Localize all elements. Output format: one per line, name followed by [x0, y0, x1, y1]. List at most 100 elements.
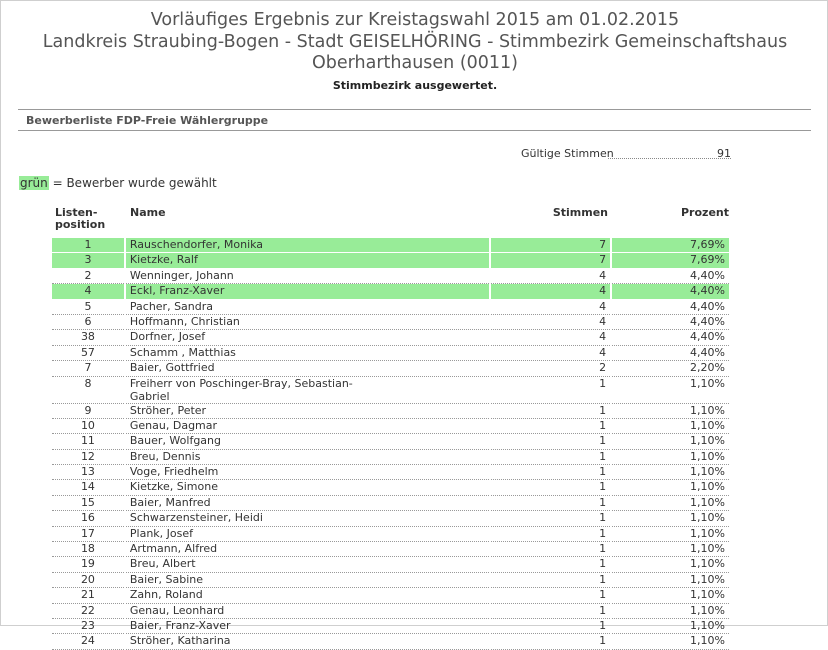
- votes-cell: 4: [491, 315, 611, 331]
- votes-cell: 2: [491, 361, 611, 377]
- votes-cell: 4: [491, 269, 611, 285]
- candidate-name: Baier, Franz-Xaver: [129, 618, 231, 632]
- candidate-name-cell: Genau, Leonhard: [125, 604, 490, 619]
- list-position-cell: 18: [52, 542, 124, 558]
- candidate-name-cell: Rauschendorfer, Monika: [125, 238, 490, 254]
- list-position-cell: 12: [52, 450, 124, 466]
- percent-cell: 1,10%: [612, 619, 729, 635]
- candidate-name-cell: Plank, Josef: [125, 526, 490, 543]
- votes-cell: 1: [491, 496, 611, 512]
- percent-cell: 1,10%: [612, 465, 729, 481]
- list-position-cell: 24: [52, 634, 124, 650]
- candidate-name-cell: Baier, Sabine: [125, 573, 490, 589]
- votes-cell: 1: [491, 573, 611, 589]
- list-position-cell: 8: [52, 377, 124, 404]
- list-position-cell: 20: [52, 573, 124, 589]
- percent-cell: 4,40%: [612, 284, 729, 300]
- percent-cell: 4,40%: [612, 315, 729, 331]
- candidate-name: Wenninger, Johann: [129, 268, 234, 282]
- header-percent: Prozent: [681, 206, 729, 219]
- list-position-cell: 38: [52, 330, 124, 346]
- candidate-name: Eckl, Franz-Xaver: [129, 284, 225, 298]
- candidate-name: Baier, Manfred: [129, 495, 211, 509]
- votes-cell: 1: [491, 557, 611, 573]
- candidate-table: 1 Rauschendorfer, Monika 7 7,69% 3 Kietzke, R…: [50, 238, 731, 650]
- title-line-1: Vorläufiges Ergebnis zur Kreistagswahl 2…: [150, 10, 680, 30]
- candidate-name-continuation: Gabriel: [129, 389, 170, 403]
- section-divider: [18, 130, 811, 131]
- table-row: 9 Ströher, Peter 1 1,10%: [52, 404, 729, 419]
- legend: grün = Bewerber wurde gewählt: [19, 176, 217, 190]
- votes-cell: 1: [491, 527, 611, 543]
- table-row: 21 Zahn, Roland 1 1,10%: [52, 588, 729, 604]
- percent-cell: 7,69%: [612, 238, 729, 254]
- table-row: 7 Baier, Gottfried 2 2,20%: [52, 361, 729, 377]
- list-position-cell: 3: [52, 253, 124, 269]
- candidate-name: Artmann, Alfred: [129, 542, 218, 556]
- candidate-name-cell: Ströher, Peter: [125, 404, 490, 419]
- list-position-cell: 10: [52, 419, 124, 435]
- percent-cell: 1,10%: [612, 450, 729, 466]
- votes-cell: 1: [491, 480, 611, 496]
- candidate-name-cell: Dorfner, Josef: [125, 330, 490, 346]
- candidate-name: Freiherr von Poschinger-Bray, Sebastian-: [129, 376, 353, 390]
- table-row: 22 Genau, Leonhard 1 1,10%: [52, 604, 729, 619]
- percent-cell: 4,40%: [612, 269, 729, 285]
- table-row: 16 Schwarzensteiner, Heidi 1 1,10%: [52, 511, 729, 527]
- percent-cell: 1,10%: [612, 588, 729, 604]
- votes-cell: 1: [491, 511, 611, 527]
- legend-text: = Bewerber wurde gewählt: [48, 176, 217, 190]
- candidate-name: Rauschendorfer, Monika: [129, 238, 264, 251]
- list-position-cell: 1: [52, 238, 124, 254]
- votes-cell: 1: [491, 619, 611, 635]
- table-row: 11 Bauer, Wolfgang 1 1,10%: [52, 434, 729, 450]
- candidate-name-cell: Breu, Albert: [125, 557, 490, 573]
- table-row: 4 Eckl, Franz-Xaver 4 4,40%: [52, 284, 729, 300]
- percent-cell: 1,10%: [612, 511, 729, 527]
- list-position-cell: 2: [52, 269, 124, 285]
- candidate-name-cell: Wenninger, Johann: [125, 268, 490, 285]
- votes-cell: 4: [491, 330, 611, 346]
- candidate-name-cell: Zahn, Roland: [125, 588, 490, 604]
- table-row: 18 Artmann, Alfred 1 1,10%: [52, 542, 729, 558]
- candidate-name-cell: Bauer, Wolfgang: [125, 434, 490, 450]
- list-position-cell: 15: [52, 496, 124, 512]
- header-name: Name: [130, 206, 166, 219]
- candidate-name: Breu, Dennis: [129, 449, 201, 463]
- percent-cell: 4,40%: [612, 300, 729, 315]
- percent-cell: 1,10%: [612, 496, 729, 512]
- status-text: Stimmbezirk ausgewertet.: [332, 79, 498, 92]
- table-row: 6 Hoffmann, Christian 4 4,40%: [52, 314, 729, 331]
- candidate-name-cell: Breu, Dennis: [125, 449, 490, 466]
- candidate-name-cell: Kietzke, Ralf: [125, 253, 490, 269]
- candidate-name: Baier, Gottfried: [129, 361, 215, 375]
- title-line-2: Landkreis Straubing-Bogen - Stadt GEISEL…: [42, 31, 788, 52]
- list-position-cell: 22: [52, 604, 124, 619]
- list-position-cell: 16: [52, 511, 124, 527]
- candidate-name: Zahn, Roland: [129, 588, 203, 602]
- votes-cell: 7: [491, 238, 611, 254]
- votes-cell: 4: [491, 300, 611, 315]
- percent-cell: 4,40%: [612, 346, 729, 362]
- table-row: 14 Kietzke, Simone 1 1,10%: [52, 480, 729, 496]
- table-row: 10 Genau, Dagmar 1 1,10%: [52, 419, 729, 435]
- percent-cell: 2,20%: [612, 361, 729, 377]
- votes-cell: 1: [491, 377, 611, 404]
- percent-cell: 1,10%: [612, 557, 729, 573]
- percent-cell: 1,10%: [612, 404, 729, 419]
- table-row: 23 Baier, Franz-Xaver 1 1,10%: [52, 618, 729, 635]
- candidate-name: Ströher, Katharina: [129, 634, 231, 648]
- votes-cell: 1: [491, 434, 611, 450]
- candidate-name: Breu, Albert: [129, 557, 196, 571]
- votes-cell: 1: [491, 419, 611, 435]
- list-position-cell: 11: [52, 434, 124, 450]
- table-row: 3 Kietzke, Ralf 7 7,69%: [52, 253, 729, 269]
- list-position-cell: 6: [52, 315, 124, 331]
- table-row: 2 Wenninger, Johann 4 4,40%: [52, 268, 729, 285]
- candidate-name-cell: Pacher, Sandra: [125, 300, 490, 315]
- candidate-name-cell: Voge, Friedhelm: [125, 465, 490, 481]
- candidate-name: Kietzke, Ralf: [129, 253, 198, 267]
- candidate-name: Hoffmann, Christian: [129, 314, 240, 328]
- candidate-name-cell: Freiherr von Poschinger-Bray, Sebastian-…: [125, 376, 490, 404]
- candidate-name: Plank, Josef: [129, 526, 194, 540]
